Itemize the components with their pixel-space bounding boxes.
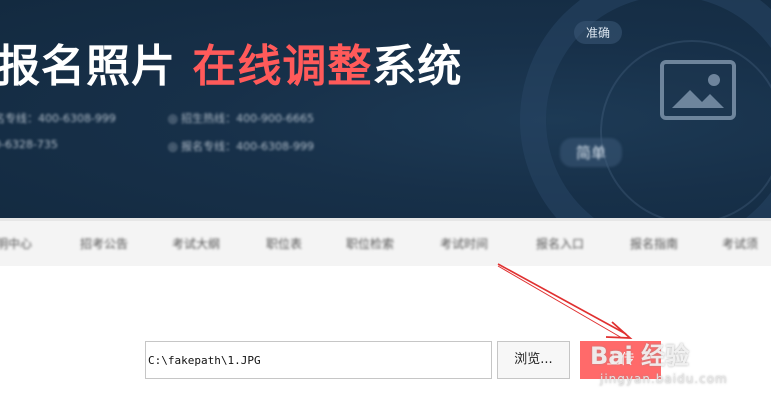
nav-item-0[interactable]: 明中心 [0, 235, 32, 252]
nav-item-4[interactable]: 职位检索 [346, 235, 394, 252]
nav-item-8[interactable]: 考试须 [722, 235, 758, 252]
photo-icon [660, 60, 736, 120]
tag-simple: 简单 [560, 138, 623, 167]
nav-item-1[interactable]: 招考公告 [80, 235, 128, 252]
title-prefix: 报名照片 [0, 41, 193, 92]
file-path-field[interactable]: C:\fakepath\1.JPG [145, 341, 492, 379]
browse-button[interactable]: 浏览... [497, 341, 570, 379]
main-nav: 明中心 招考公告 考试大纲 职位表 职位检索 考试时间 报名入口 报名指南 考试… [0, 218, 771, 266]
nav-item-3[interactable]: 职位表 [266, 235, 302, 252]
contact-line-3: 0-6328-735 [0, 138, 58, 151]
title-suffix: 系统 [372, 41, 463, 92]
watermark-url: jingyan.baidu.com [600, 372, 728, 386]
nav-item-2[interactable]: 考试大纲 [172, 235, 220, 252]
watermark: Bai 经验 jingyan.baidu.com [590, 318, 760, 398]
watermark-logo: Bai 经验 [590, 342, 690, 370]
page: 报名照片 在线调整系统 名专线：400-6308-999 ◎ 招生热线：400-… [0, 0, 771, 404]
contact-line-1: 名专线：400-6308-999 [0, 112, 116, 125]
title-highlight: 在线调整 [192, 41, 373, 92]
nav-item-6[interactable]: 报名入口 [536, 235, 584, 252]
nav-item-7[interactable]: 报名指南 [630, 235, 678, 252]
contact-line-4: ◎ 报名专线：400-6308-999 [168, 140, 315, 153]
nav-item-5[interactable]: 考试时间 [440, 235, 488, 252]
header-banner: 报名照片 在线调整系统 名专线：400-6308-999 ◎ 招生热线：400-… [0, 0, 771, 218]
tag-accurate: 准确 [574, 21, 623, 44]
page-title: 报名照片 在线调整系统 [0, 30, 462, 94]
contact-line-2: ◎ 招生热线：400-900-6665 [168, 112, 315, 125]
